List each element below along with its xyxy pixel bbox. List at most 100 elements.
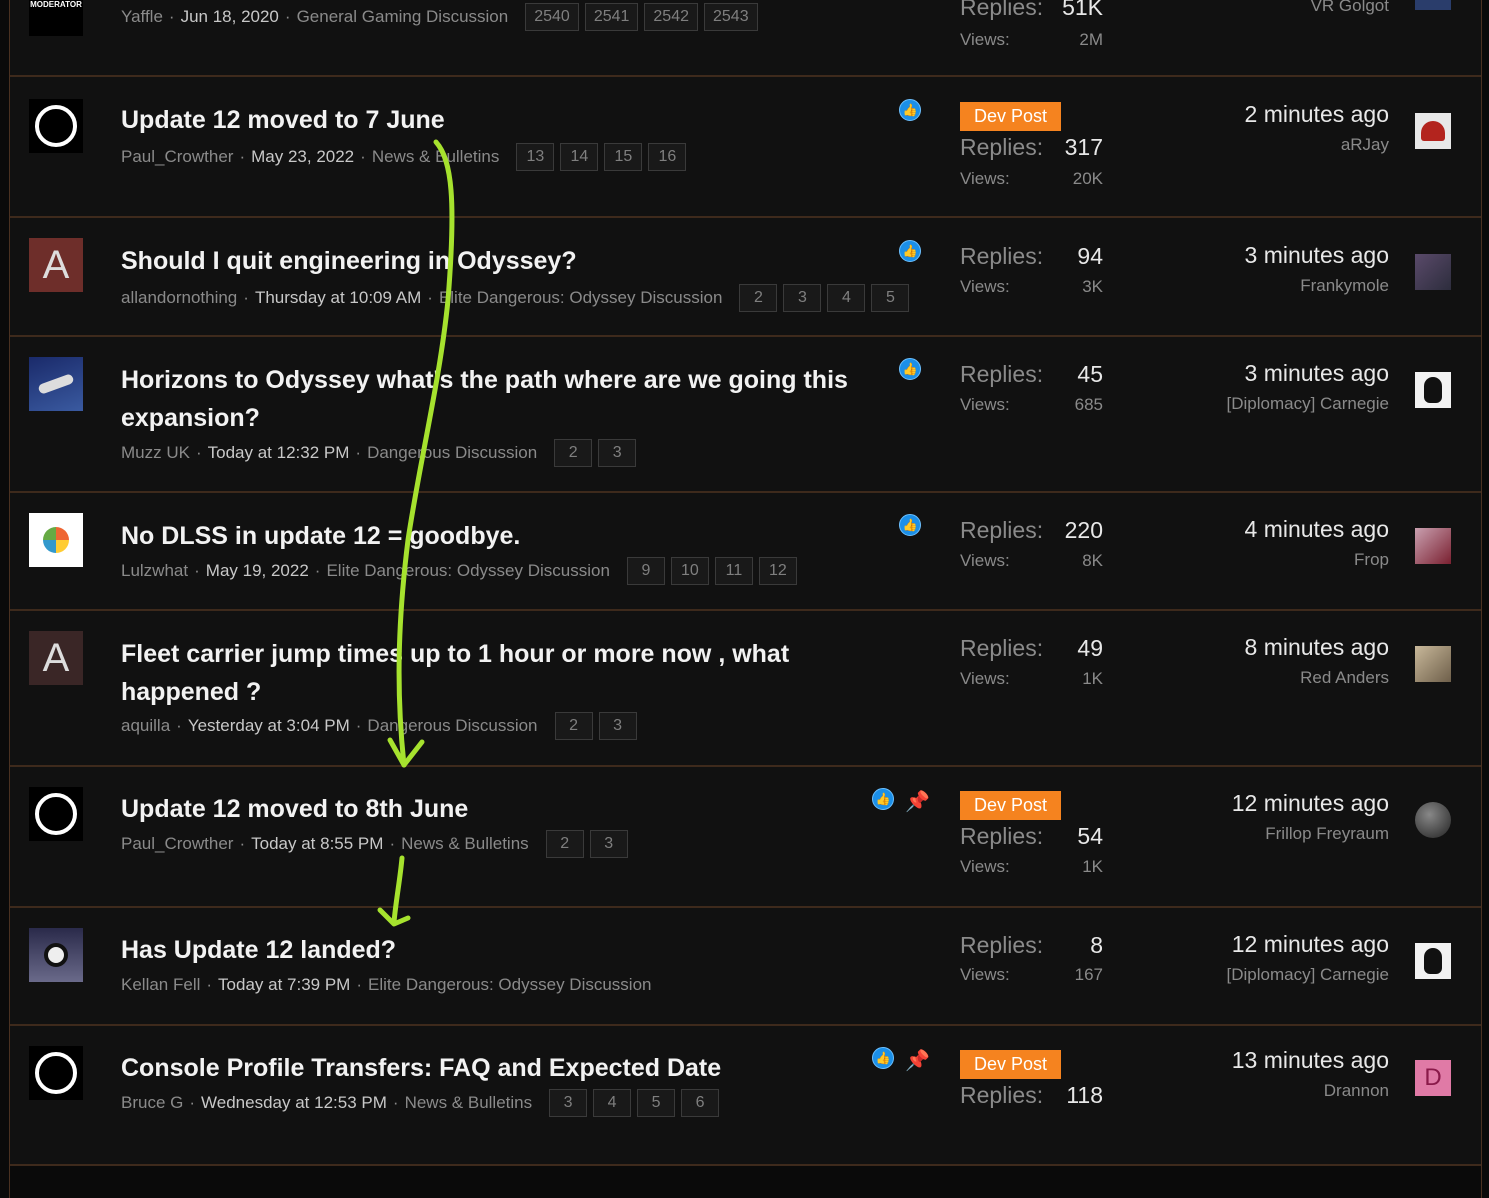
- thread-date[interactable]: Thursday at 10:09 AM: [255, 288, 421, 308]
- forum-link[interactable]: Dangerous Discussion: [367, 716, 537, 736]
- author-avatar[interactable]: [29, 1046, 83, 1100]
- page-link[interactable]: 2: [739, 284, 778, 312]
- author-link[interactable]: Lulzwhat: [121, 561, 188, 581]
- thread-date[interactable]: May 19, 2022: [206, 561, 309, 581]
- thread-row[interactable]: Console Profile Transfers: FAQ and Expec…: [10, 1026, 1481, 1166]
- author-link[interactable]: Muzz UK: [121, 443, 190, 463]
- page-link[interactable]: 5: [871, 284, 910, 312]
- page-link[interactable]: 2: [554, 712, 593, 740]
- thread-title[interactable]: Has Update 12 landed?: [121, 931, 396, 969]
- page-link[interactable]: 3: [549, 1089, 588, 1117]
- last-poster[interactable]: VR Golgot: [1311, 0, 1389, 16]
- thread-date[interactable]: May 23, 2022: [251, 147, 354, 167]
- page-link[interactable]: 3: [783, 284, 822, 312]
- thread-title[interactable]: Update 12 moved to 7 June: [121, 101, 445, 139]
- page-link[interactable]: 3: [589, 830, 628, 858]
- last-poster-avatar[interactable]: [1415, 0, 1451, 10]
- page-link[interactable]: 15: [604, 143, 643, 171]
- thread-row[interactable]: A Should I quit engineering in Odyssey? …: [10, 218, 1481, 337]
- last-post-time[interactable]: 12 minutes ago: [1232, 790, 1389, 817]
- last-post-time[interactable]: 12 minutes ago: [1232, 931, 1389, 958]
- forum-link[interactable]: Elite Dangerous: Odyssey Discussion: [368, 975, 651, 995]
- forum-link[interactable]: Elite Dangerous: Odyssey Discussion: [326, 561, 609, 581]
- thread-date[interactable]: Jun 18, 2020: [181, 7, 279, 27]
- thread-title[interactable]: Should I quit engineering in Odyssey?: [121, 242, 577, 280]
- last-poster-avatar[interactable]: [1415, 528, 1451, 564]
- page-link[interactable]: 6: [681, 1089, 720, 1117]
- last-poster[interactable]: [Diplomacy] Carnegie: [1226, 394, 1389, 414]
- thread-row[interactable]: Has Update 12 landed? Kellan Fell · Toda…: [10, 908, 1481, 1026]
- author-avatar[interactable]: A: [29, 631, 83, 685]
- author-avatar[interactable]: [29, 513, 83, 567]
- thread-title[interactable]: Console Profile Transfers: FAQ and Expec…: [121, 1049, 721, 1087]
- last-poster-avatar[interactable]: [1415, 943, 1451, 979]
- author-link[interactable]: Yaffle: [121, 7, 163, 27]
- last-poster-avatar[interactable]: [1415, 802, 1451, 838]
- author-avatar[interactable]: [29, 357, 83, 411]
- last-poster[interactable]: Frillop Freyraum: [1265, 824, 1389, 844]
- page-link[interactable]: 2543: [704, 3, 758, 31]
- thread-date[interactable]: Wednesday at 12:53 PM: [201, 1093, 387, 1113]
- page-link[interactable]: 4: [593, 1089, 632, 1117]
- forum-link[interactable]: Elite Dangerous: Odyssey Discussion: [439, 288, 722, 308]
- forum-link[interactable]: General Gaming Discussion: [297, 7, 509, 27]
- page-link[interactable]: 9: [626, 557, 665, 585]
- last-poster-avatar[interactable]: D: [1415, 1060, 1451, 1096]
- page-link[interactable]: 16: [648, 143, 687, 171]
- thread-row[interactable]: Update 12 moved to 7 June Paul_Crowther …: [10, 77, 1481, 218]
- author-avatar[interactable]: [29, 99, 83, 153]
- last-post-time[interactable]: 8 minutes ago: [1245, 634, 1389, 661]
- author-link[interactable]: allandornothing: [121, 288, 237, 308]
- thread-date[interactable]: Today at 8:55 PM: [251, 834, 383, 854]
- thread-title[interactable]: Fleet carrier jump times up to 1 hour or…: [121, 635, 841, 711]
- forum-link[interactable]: Dangerous Discussion: [367, 443, 537, 463]
- author-avatar[interactable]: [29, 787, 83, 841]
- last-poster[interactable]: [Diplomacy] Carnegie: [1226, 965, 1389, 985]
- last-poster[interactable]: Frankymole: [1300, 276, 1389, 296]
- author-avatar[interactable]: MODERATOR: [29, 0, 83, 36]
- page-link[interactable]: 12: [758, 557, 797, 585]
- thread-row[interactable]: Horizons to Odyssey what's the path wher…: [10, 337, 1481, 493]
- thread-date[interactable]: Today at 12:32 PM: [208, 443, 350, 463]
- page-link[interactable]: 2542: [644, 3, 698, 31]
- page-link[interactable]: 11: [714, 557, 753, 585]
- author-link[interactable]: Paul_Crowther: [121, 834, 233, 854]
- page-link[interactable]: 10: [670, 557, 709, 585]
- last-poster[interactable]: Red Anders: [1300, 668, 1389, 688]
- page-link[interactable]: 5: [637, 1089, 676, 1117]
- page-link[interactable]: 2540: [525, 3, 579, 31]
- last-post-time[interactable]: 4 minutes ago: [1245, 516, 1389, 543]
- last-post-time[interactable]: 2 minutes ago: [1245, 101, 1389, 128]
- last-post-time[interactable]: 3 minutes ago: [1245, 242, 1389, 269]
- page-link[interactable]: 3: [598, 439, 637, 467]
- thread-title[interactable]: Update 12 moved to 8th June: [121, 790, 468, 828]
- page-link[interactable]: 4: [827, 284, 866, 312]
- thread-row[interactable]: No DLSS in update 12 = goodbye. Lulzwhat…: [10, 493, 1481, 611]
- last-poster-avatar[interactable]: [1415, 646, 1451, 682]
- thread-title[interactable]: No DLSS in update 12 = goodbye.: [121, 517, 520, 555]
- thread-title[interactable]: Horizons to Odyssey what's the path wher…: [121, 361, 881, 437]
- last-poster[interactable]: aRJay: [1341, 135, 1389, 155]
- thread-row[interactable]: Update 12 moved to 8th June Paul_Crowthe…: [10, 767, 1481, 908]
- author-avatar[interactable]: A: [29, 238, 83, 292]
- last-poster[interactable]: Drannon: [1324, 1081, 1389, 1101]
- page-link[interactable]: 2: [554, 439, 593, 467]
- forum-link[interactable]: News & Bulletins: [401, 834, 529, 854]
- thread-row[interactable]: MODERATOR Yaffle · Jun 18, 2020 · Genera…: [10, 0, 1481, 77]
- thread-date[interactable]: Today at 7:39 PM: [218, 975, 350, 995]
- last-poster-avatar[interactable]: [1415, 372, 1451, 408]
- last-poster[interactable]: Frop: [1354, 550, 1389, 570]
- last-post-time[interactable]: 13 minutes ago: [1232, 1047, 1389, 1074]
- thread-row[interactable]: A Fleet carrier jump times up to 1 hour …: [10, 611, 1481, 767]
- author-link[interactable]: Paul_Crowther: [121, 147, 233, 167]
- page-link[interactable]: 13: [516, 143, 555, 171]
- page-link[interactable]: 3: [598, 712, 637, 740]
- last-post-time[interactable]: 3 minutes ago: [1245, 360, 1389, 387]
- page-link[interactable]: 2541: [584, 3, 639, 31]
- page-link[interactable]: 14: [560, 143, 599, 171]
- forum-link[interactable]: News & Bulletins: [405, 1093, 533, 1113]
- author-link[interactable]: aquilla: [121, 716, 170, 736]
- author-avatar[interactable]: [29, 928, 83, 982]
- thread-date[interactable]: Yesterday at 3:04 PM: [188, 716, 350, 736]
- author-link[interactable]: Kellan Fell: [121, 975, 200, 995]
